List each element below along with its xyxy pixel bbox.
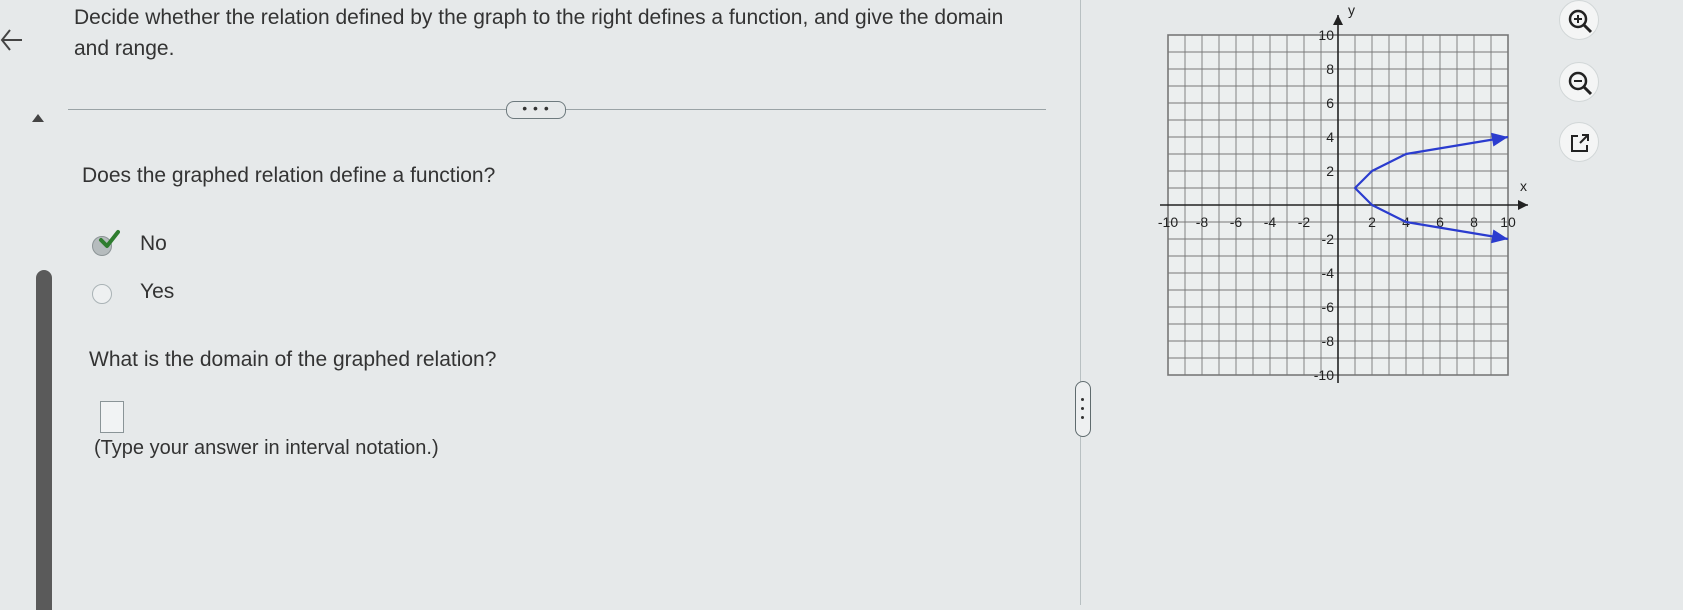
function-question: Does the graphed relation define a funct… [82,164,496,187]
domain-answer-input[interactable] [100,401,124,433]
popout-icon [1571,134,1589,152]
radio-yes[interactable] [92,284,112,304]
y-tick-label: -10 [1314,367,1334,383]
question-text: Decide whether the relation defined by t… [74,6,1004,60]
y-tick-label: 10 [1318,27,1334,43]
zoom-out-icon [1568,71,1593,96]
x-axis-label: x [1520,178,1527,194]
more-button[interactable]: • • • [506,101,566,119]
option-yes-label: Yes [140,280,175,303]
x-tick-label: -8 [1196,214,1209,230]
zoom-in-button[interactable] [1559,0,1599,40]
answer-hint: (Type your answer in interval notation.) [94,437,439,459]
pane-divider [1080,0,1081,605]
domain-question: What is the domain of the graphed relati… [89,348,497,371]
popout-button[interactable] [1559,122,1599,162]
back-arrow-icon[interactable] [0,20,28,60]
y-tick-label: -2 [1322,231,1335,247]
y-axis-arrow [1333,15,1343,25]
x-tick-label: -2 [1298,214,1311,230]
x-tick-label: 2 [1368,214,1376,230]
y-tick-label: -8 [1322,333,1335,349]
zoom-out-button[interactable] [1559,62,1599,102]
splitter-handle[interactable] [1075,381,1091,437]
y-axis-label: y [1348,2,1355,18]
x-tick-label: -10 [1158,214,1178,230]
x-tick-label: 10 [1500,214,1516,230]
scrollbar[interactable] [36,270,52,610]
y-tick-label: 8 [1326,61,1334,77]
option-no-label: No [140,232,167,255]
y-tick-label: 2 [1326,163,1334,179]
y-tick-label: -4 [1322,265,1335,281]
y-tick-label: 6 [1326,95,1334,111]
zoom-in-icon [1568,9,1593,34]
checkmark-icon [99,230,120,248]
coordinate-graph: xy -10 -8 -6 -4 -2 2 4 6 8 10108642-2-4-6-8-10 [1158,2,1528,383]
x-tick-label: -4 [1264,214,1277,230]
x-axis-arrow [1518,200,1528,210]
collapse-caret-icon[interactable] [32,114,44,122]
x-tick-label: -6 [1230,214,1243,230]
y-tick-label: -6 [1322,299,1335,315]
x-tick-label: 8 [1470,214,1478,230]
y-tick-label: 4 [1326,129,1334,145]
